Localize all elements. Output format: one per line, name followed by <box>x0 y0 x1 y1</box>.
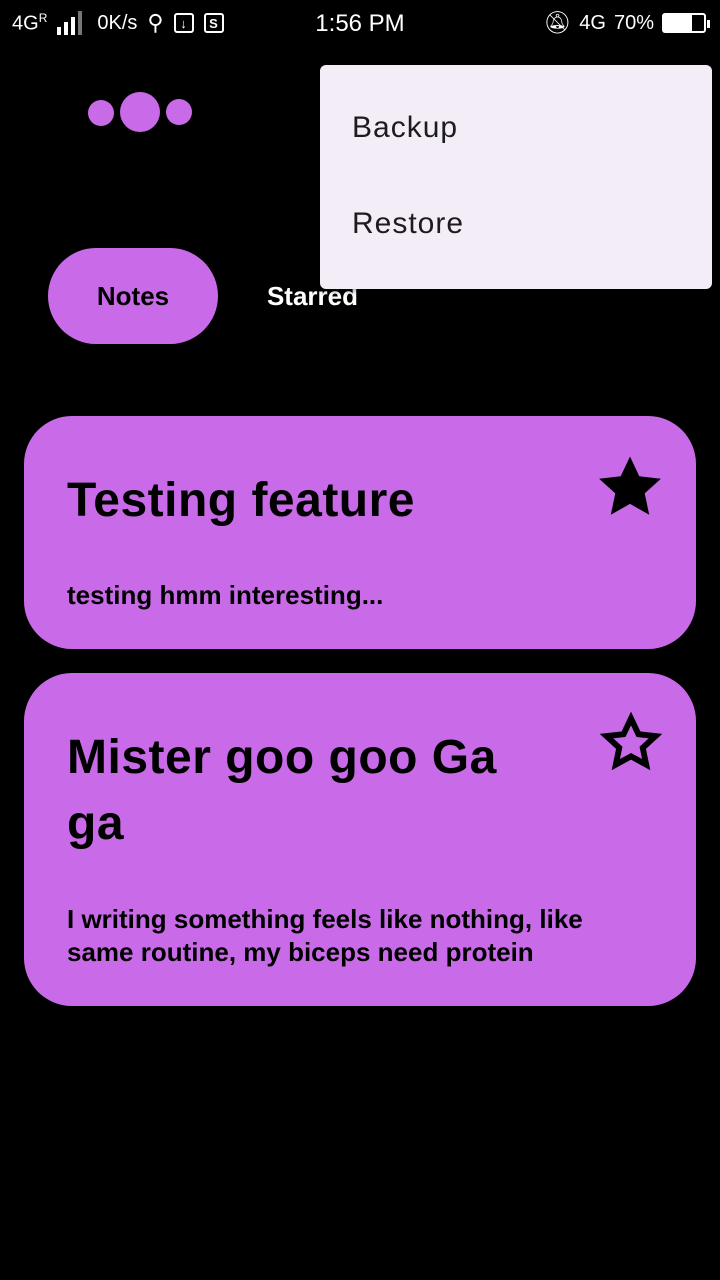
menu-item-restore[interactable]: Restore <box>352 207 464 241</box>
note-card[interactable]: Mister goo goo Ga ga I writing something… <box>24 673 696 1006</box>
note-body: testing hmm interesting... <box>67 580 384 610</box>
network-type-right: 4G <box>579 11 606 34</box>
battery-icon <box>662 13 710 33</box>
tab-notes-label: Notes <box>96 280 170 311</box>
note-body: I writing something feels like nothing, … <box>67 904 583 967</box>
status-right: 🔕︎ 4G 70% <box>543 10 710 36</box>
star-filled-icon[interactable] <box>592 452 668 524</box>
tab-notes[interactable]: Notes <box>48 248 218 344</box>
battery-percent: 70% <box>613 11 654 34</box>
app-logo-icon <box>88 92 198 132</box>
menu-item-backup[interactable]: Backup <box>352 111 458 145</box>
status-bar: 4GR 0K/s ⚲ ↓ S 1:56 PM 🔕︎ 4G 70% <box>0 0 720 50</box>
note-title: Mister goo goo Ga ga <box>67 731 497 850</box>
note-title: Testing feature <box>67 474 415 527</box>
note-card[interactable]: Testing feature testing hmm interesting.… <box>24 416 696 649</box>
silent-icon: 🔕︎ <box>543 10 572 35</box>
star-outline-icon[interactable] <box>598 711 664 775</box>
overflow-menu: Backup Restore <box>320 65 712 289</box>
